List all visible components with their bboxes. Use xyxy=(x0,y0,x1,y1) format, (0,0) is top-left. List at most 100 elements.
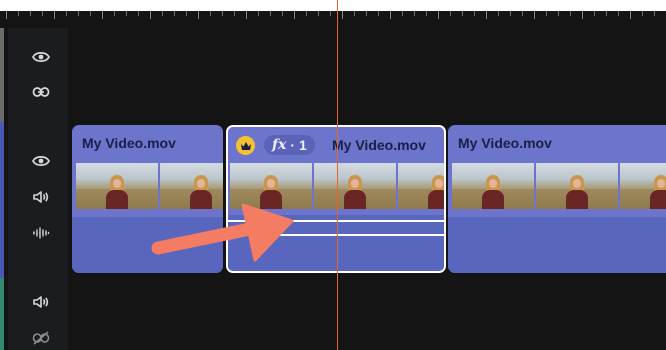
audio-level-line xyxy=(228,220,444,222)
thumbnail xyxy=(230,163,312,209)
ruler-tick xyxy=(390,11,391,19)
ruler-tick xyxy=(558,11,559,16)
ruler-tick xyxy=(138,11,139,16)
clip-name: My Video.mov xyxy=(82,135,176,151)
ruler-tick xyxy=(6,11,7,19)
thumbnail xyxy=(620,163,666,209)
ruler-tick xyxy=(186,11,187,16)
ruler-tick xyxy=(510,11,511,16)
ruler-tick xyxy=(426,11,427,16)
ruler-tick xyxy=(354,11,355,16)
ruler-tick xyxy=(378,11,379,16)
ruler-tick xyxy=(618,11,619,16)
thumbnail xyxy=(160,163,223,209)
ruler-tick xyxy=(114,11,115,16)
playhead[interactable] xyxy=(337,0,338,350)
top-margin xyxy=(0,0,666,11)
ruler-tick xyxy=(642,11,643,16)
ruler-tick xyxy=(102,11,103,19)
ruler-tick xyxy=(222,11,223,16)
video-clip-selected[interactable]: fx · 1 My Video.mov xyxy=(226,125,446,273)
speaker-icon[interactable] xyxy=(30,188,52,206)
ruler-tick xyxy=(438,11,439,19)
video-clip[interactable]: My Video.mov xyxy=(72,125,223,273)
ruler-tick xyxy=(570,11,571,16)
ruler-tick xyxy=(414,11,415,16)
ruler-tick xyxy=(282,11,283,16)
unlink-icon[interactable] xyxy=(30,329,52,347)
audio-level-line xyxy=(228,234,444,236)
ruler-tick xyxy=(54,11,55,19)
ruler-tick xyxy=(126,11,127,16)
ruler-tick xyxy=(90,11,91,16)
ruler-tick xyxy=(594,11,595,16)
audio-track-header xyxy=(8,278,68,350)
clip-audio-lane[interactable] xyxy=(448,217,666,273)
ruler-tick xyxy=(474,11,475,16)
ruler-tick xyxy=(366,11,367,16)
ruler-tick xyxy=(246,11,247,19)
video-clip[interactable]: My Video.mov xyxy=(448,125,666,273)
ruler-tick xyxy=(654,11,655,16)
audio-track-strip xyxy=(0,278,4,350)
ruler-tick xyxy=(330,11,331,16)
clip-name: My Video.mov xyxy=(458,135,552,151)
thumbnail xyxy=(76,163,158,209)
ruler-tick xyxy=(210,11,211,16)
thumbnail xyxy=(314,163,396,209)
video-track-header xyxy=(8,122,68,278)
ruler-tick xyxy=(606,11,607,16)
video-track: My Video.mov fx · 1 My Video.mov My Vide… xyxy=(0,122,666,278)
ruler-tick xyxy=(42,11,43,16)
clip-name: My Video.mov xyxy=(332,137,426,153)
ruler-tick xyxy=(318,11,319,16)
fx-count: 1 xyxy=(299,137,307,153)
ruler-tick xyxy=(306,11,307,16)
time-ruler[interactable] xyxy=(0,0,666,28)
fx-separator: · xyxy=(290,137,296,153)
clip-thumbnails xyxy=(76,163,223,209)
effects-badge[interactable]: fx · 1 xyxy=(264,135,315,155)
ruler-tick xyxy=(18,11,19,16)
ruler-tick xyxy=(270,11,271,16)
title-track-header xyxy=(8,28,68,122)
ruler-tick xyxy=(522,11,523,16)
title-track xyxy=(0,28,666,122)
ruler-tick xyxy=(258,11,259,16)
audio-track xyxy=(0,278,666,350)
ruler-tick xyxy=(30,11,31,16)
ruler-tick xyxy=(534,11,535,19)
ruler-tick xyxy=(630,11,631,19)
clip-audio-lane[interactable] xyxy=(72,217,223,273)
waveform-icon[interactable] xyxy=(30,224,52,242)
ruler-tick xyxy=(162,11,163,16)
ruler-tick xyxy=(342,11,343,19)
title-track-strip xyxy=(0,28,4,122)
ruler-tick xyxy=(462,11,463,16)
video-track-strip xyxy=(0,122,4,278)
thumbnail xyxy=(536,163,618,209)
ruler-tick xyxy=(450,11,451,16)
timeline-editor: My Video.mov fx · 1 My Video.mov My Vide… xyxy=(0,0,666,350)
ruler-tick xyxy=(66,11,67,16)
ruler-tick xyxy=(582,11,583,19)
ruler-tick xyxy=(486,11,487,19)
ruler-tick xyxy=(234,11,235,16)
ruler-tick xyxy=(198,11,199,19)
ruler-tick xyxy=(546,11,547,16)
speaker-icon[interactable] xyxy=(30,293,52,311)
eye-icon[interactable] xyxy=(30,48,52,66)
ruler-tick xyxy=(402,11,403,16)
ruler-tick xyxy=(150,11,151,19)
link-icon[interactable] xyxy=(30,83,52,101)
fx-label: fx xyxy=(272,137,287,153)
ruler-tick xyxy=(78,11,79,16)
ruler-tick xyxy=(294,11,295,19)
crown-icon xyxy=(236,136,255,155)
thumbnail xyxy=(452,163,534,209)
clip-thumbnails xyxy=(452,163,666,209)
ruler-tick xyxy=(174,11,175,16)
ruler-tick xyxy=(498,11,499,16)
clip-audio-lane[interactable] xyxy=(228,215,444,271)
eye-icon[interactable] xyxy=(30,152,52,170)
